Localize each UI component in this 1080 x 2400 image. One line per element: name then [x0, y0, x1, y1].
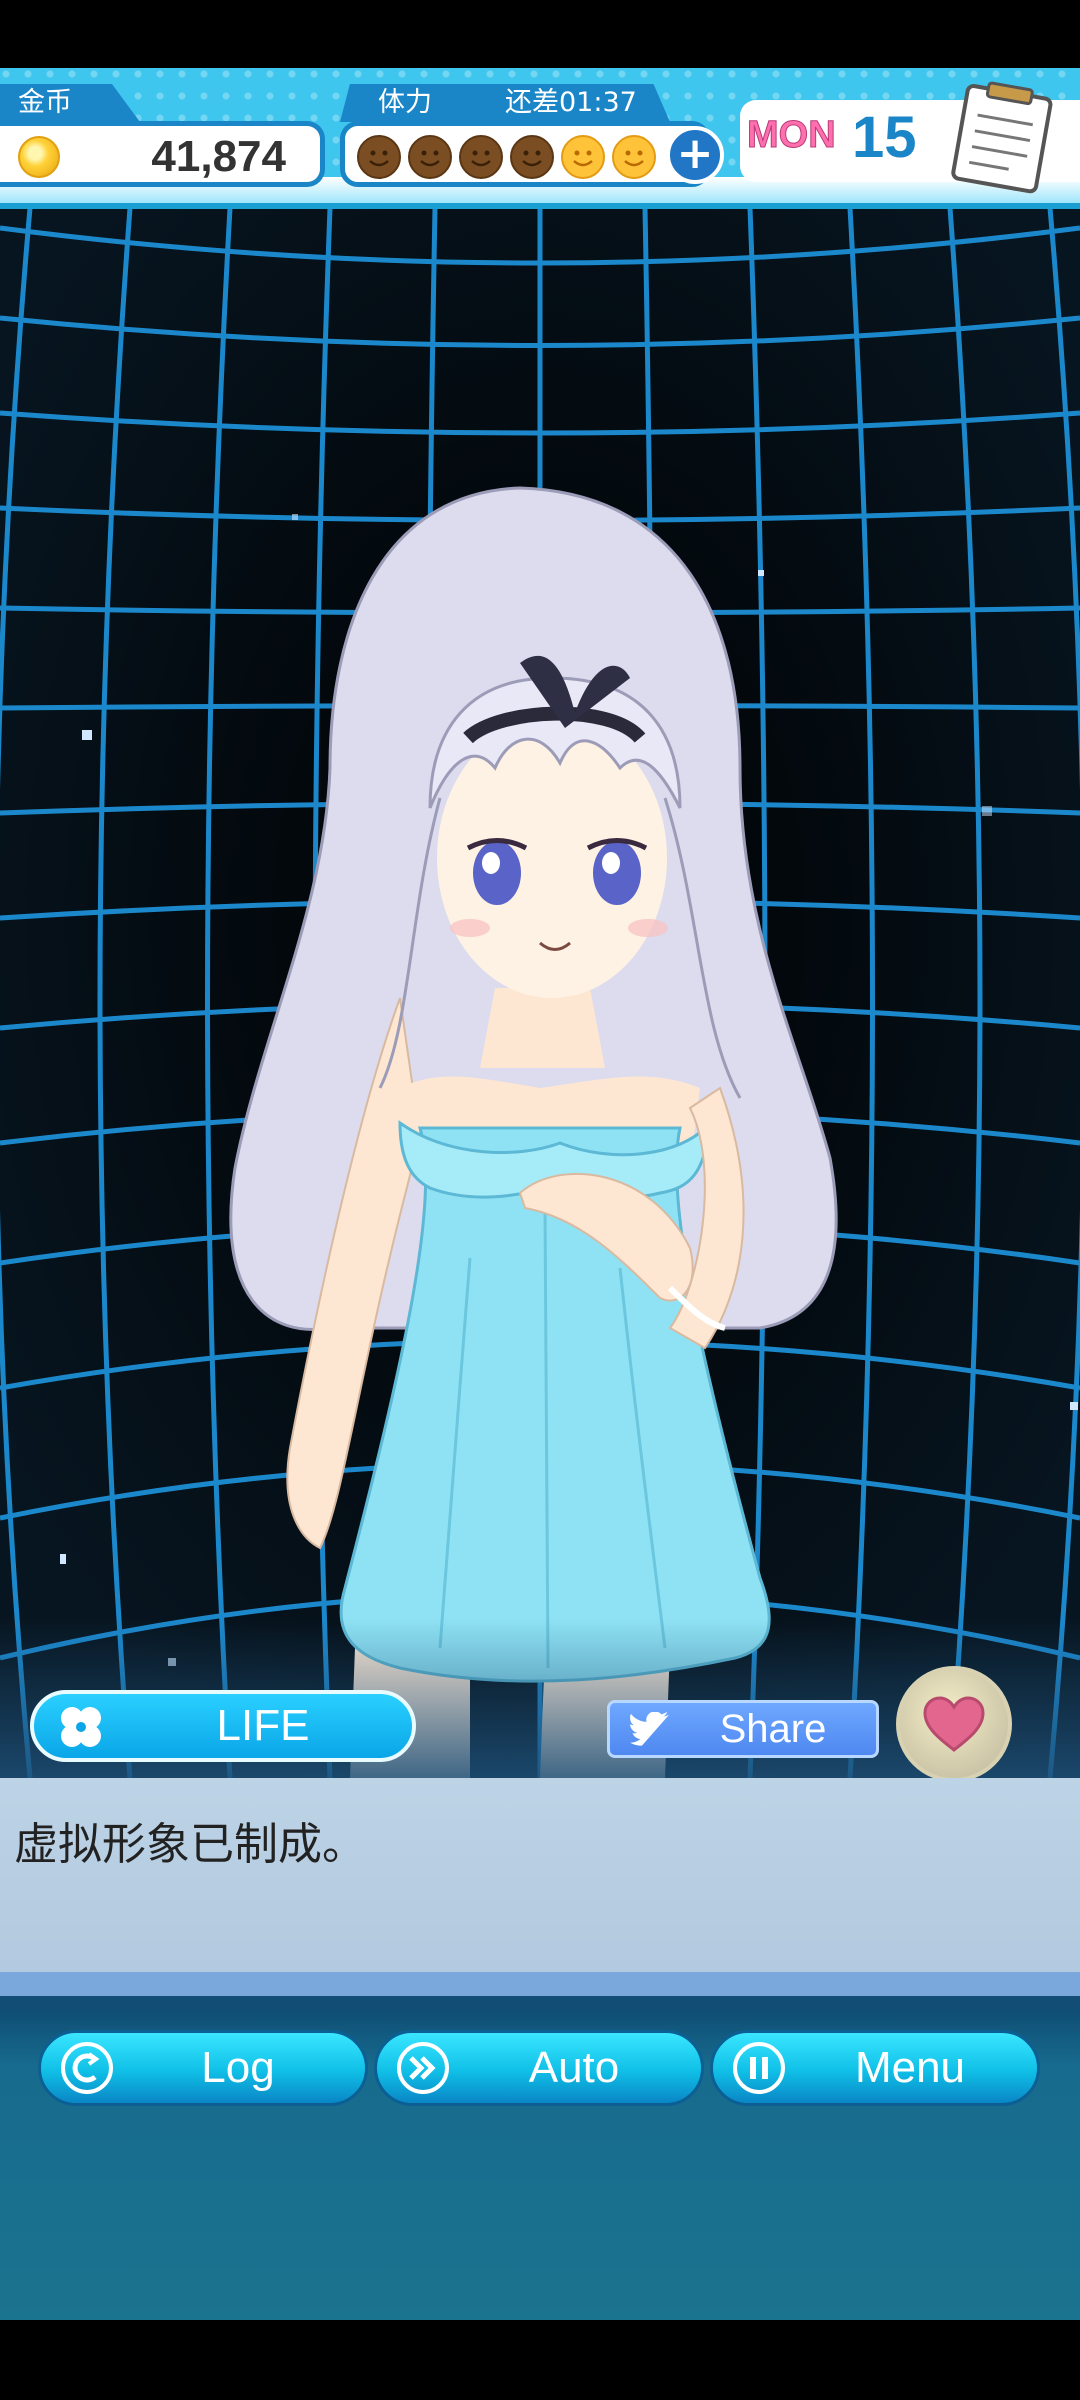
dialogue-border — [0, 1972, 1080, 1996]
day-of-week: MON — [747, 114, 837, 157]
heart-icon — [923, 1696, 985, 1752]
stamina-smiley-icon — [612, 135, 656, 179]
clover-icon — [61, 1707, 101, 1747]
fast-forward-icon — [397, 2042, 449, 2094]
stamina-smiley-icon — [561, 135, 605, 179]
stamina-smiley-icon — [357, 135, 401, 179]
notebook-icon[interactable] — [941, 75, 1066, 200]
share-button[interactable]: Share — [607, 1700, 879, 1758]
game-screen: 金币 41,874 体力 还差01:37 + MON 15 LIFE Share… — [0, 0, 1080, 2400]
character-scene[interactable] — [0, 208, 1080, 1778]
dialogue-text: 虚拟形象已制成。 — [14, 1819, 366, 1870]
stamina-smiley-icon — [408, 135, 452, 179]
auto-button-label: Auto — [528, 2043, 620, 2092]
life-button-label: LIFE — [216, 1701, 310, 1750]
stamina-meter — [340, 121, 710, 187]
favorite-button[interactable] — [896, 1666, 1012, 1782]
twitter-icon — [630, 1712, 670, 1746]
day-number: 15 — [852, 105, 917, 170]
stamina-label: 体力 — [378, 87, 432, 118]
pause-icon — [733, 2042, 785, 2094]
menu-button-label: Menu — [854, 2043, 966, 2092]
log-button[interactable]: Log — [38, 2030, 368, 2106]
coin-value: 41,874 — [151, 132, 286, 181]
menu-button[interactable]: Menu — [710, 2030, 1040, 2106]
nav-bar-area — [0, 2320, 1080, 2400]
log-button-label: Log — [201, 2043, 275, 2092]
stamina-smiley-icon — [510, 135, 554, 179]
stamina-header: 体力 还差01:37 — [340, 84, 670, 122]
log-icon — [61, 2042, 113, 2094]
share-button-label: Share — [719, 1707, 827, 1751]
life-button[interactable]: LIFE — [30, 1690, 416, 1762]
coin-icon — [18, 136, 60, 178]
coin-counter: 41,874 — [0, 121, 325, 187]
stamina-smiley-icon — [459, 135, 503, 179]
add-stamina-button[interactable]: + — [666, 126, 724, 184]
character-sprite[interactable] — [0, 208, 1080, 1778]
stamina-timer: 还差01:37 — [505, 87, 637, 118]
dialogue-border-shadow — [0, 1996, 1080, 2010]
auto-button[interactable]: Auto — [374, 2030, 704, 2106]
dialogue-box[interactable]: 虚拟形象已制成。 — [0, 1778, 1080, 1972]
